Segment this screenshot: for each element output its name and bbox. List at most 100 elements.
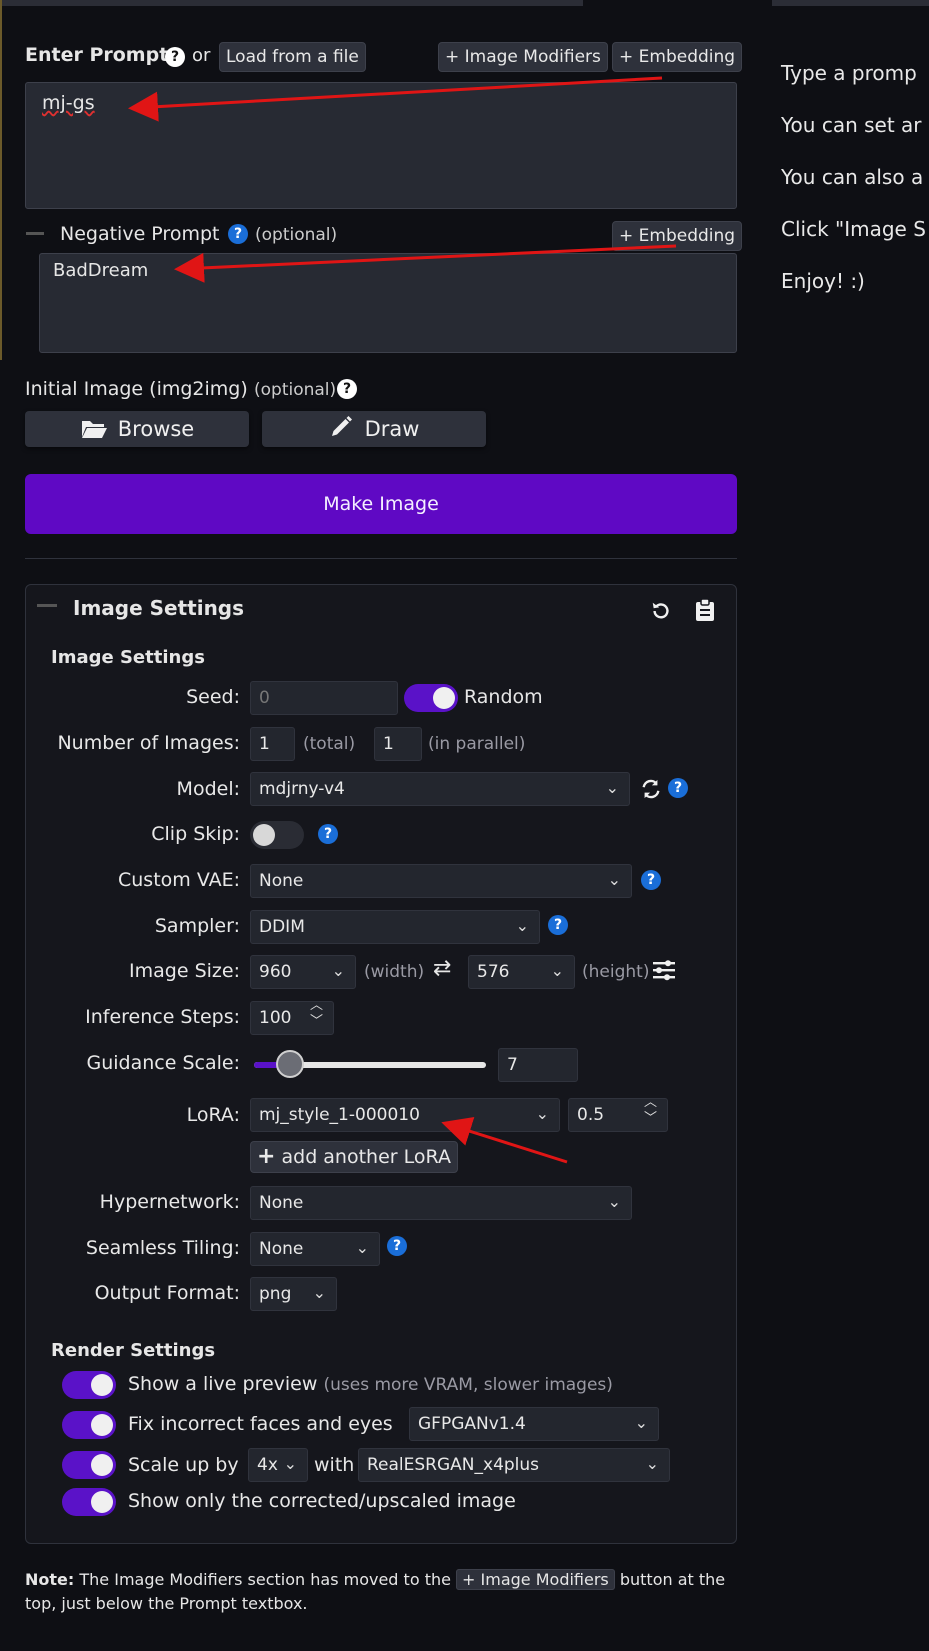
width-hint: (width) (364, 962, 425, 982)
chevron-down-icon: ⌄ (515, 916, 529, 935)
sampler-help-icon[interactable]: ? (548, 915, 568, 935)
spinner-icon[interactable]: ︿ ﹀ (644, 1099, 657, 1127)
output-format-value: png (259, 1284, 292, 1304)
swap-icon[interactable]: ⇄ (433, 956, 451, 981)
chevron-down-icon: ⌄ (645, 1454, 659, 1473)
with-text: with (314, 1454, 355, 1476)
prompt-textarea[interactable] (25, 82, 737, 209)
chevron-down-icon: ⌄ (535, 1104, 549, 1123)
height-hint: (height) (582, 962, 650, 982)
output-format-select[interactable]: png ⌄ (250, 1277, 337, 1311)
random-seed-toggle[interactable] (404, 684, 458, 712)
seed-input[interactable]: 0 (250, 681, 398, 715)
sampler-select[interactable]: DDIM ⌄ (250, 910, 540, 944)
model-help-icon[interactable]: ? (668, 778, 688, 798)
note-image-modifiers-chip[interactable]: + Image Modifiers (456, 1569, 615, 1590)
image-size-label: Image Size: (129, 960, 240, 982)
upscale-toggle[interactable] (62, 1451, 116, 1479)
toggle-knob (91, 1454, 113, 1476)
render-settings-heading: Render Settings (51, 1340, 216, 1361)
initial-image-label: Initial Image (img2img) (25, 378, 248, 400)
left-accent-line (0, 0, 2, 360)
custom-vae-select[interactable]: None ⌄ (250, 864, 632, 898)
upscale-model-value: RealESRGAN_x4plus (367, 1455, 540, 1475)
model-select[interactable]: mdjrny-v4 ⌄ (250, 772, 630, 806)
clipboard-icon[interactable] (695, 598, 715, 622)
chevron-down-icon: ⌄ (607, 870, 621, 889)
image-modifiers-button[interactable]: + Image Modifiers (438, 42, 608, 72)
collapse-icon[interactable] (26, 232, 44, 235)
load-from-file-button[interactable]: Load from a file (219, 42, 366, 72)
live-preview-toggle[interactable] (62, 1371, 116, 1399)
clip-skip-help-icon[interactable]: ? (318, 824, 338, 844)
chevron-down-icon: ⌄ (550, 961, 564, 980)
output-format-label: Output Format: (94, 1282, 240, 1304)
reset-icon[interactable] (650, 600, 672, 622)
negative-prompt-help-icon[interactable]: ? (228, 224, 248, 244)
make-image-button[interactable]: Make Image (25, 474, 737, 534)
show-corrected-toggle[interactable] (62, 1488, 116, 1516)
or-text: or (192, 45, 211, 66)
toggle-knob (253, 824, 275, 846)
prompt-help-icon[interactable]: ? (165, 47, 185, 67)
help-line-5: Enjoy! :) (781, 269, 865, 293)
hypernetwork-select[interactable]: None ⌄ (250, 1186, 632, 1220)
folder-open-icon (81, 421, 107, 438)
seamless-tiling-select[interactable]: None ⌄ (250, 1232, 380, 1266)
inference-steps-label: Inference Steps: (85, 1006, 240, 1028)
browse-label: Browse (117, 417, 195, 441)
plus-icon: + (257, 1144, 276, 1169)
add-lora-button[interactable]: + add another LoRA (250, 1141, 458, 1173)
top-bar-right (772, 0, 929, 6)
refresh-icon[interactable] (640, 778, 662, 800)
upscale-model-select[interactable]: RealESRGAN_x4plus ⌄ (358, 1448, 670, 1482)
chevron-down-icon: ⌄ (331, 961, 345, 980)
seamless-tiling-label: Seamless Tiling: (85, 1237, 240, 1259)
lora-select[interactable]: mj_style_1-000010 ⌄ (250, 1098, 560, 1132)
browse-button[interactable]: Browse (25, 411, 249, 447)
custom-vae-label: Custom VAE: (117, 869, 240, 891)
width-select[interactable]: 960 ⌄ (250, 955, 356, 989)
live-preview-hint: (uses more VRAM, slower images) (323, 1375, 613, 1395)
upscale-label: Scale up by (128, 1454, 239, 1476)
guidance-scale-input[interactable]: 7 (498, 1048, 578, 1082)
fix-faces-toggle[interactable] (62, 1411, 116, 1439)
custom-vae-help-icon[interactable]: ? (641, 870, 661, 890)
panel-collapse-icon[interactable] (37, 604, 57, 607)
num-images-total-input[interactable]: 1 (250, 727, 295, 761)
help-line-2: You can set ar (781, 113, 922, 137)
note-bold: Note: (25, 1570, 75, 1589)
sliders-icon[interactable] (652, 959, 676, 981)
clip-skip-toggle[interactable] (250, 821, 304, 849)
toggle-knob (91, 1374, 113, 1396)
face-model-value: GFPGANv1.4 (418, 1414, 526, 1434)
spinner-icon[interactable]: ︿ ﹀ (310, 1002, 323, 1030)
sampler-value: DDIM (259, 917, 305, 937)
chevron-down-icon: ⌄ (607, 1192, 621, 1211)
note-text-1: The Image Modifiers section has moved to… (79, 1570, 451, 1589)
negative-prompt-text: BadDream (53, 260, 149, 281)
inference-steps-input[interactable]: 100 ︿ ﹀ (250, 1001, 334, 1035)
divider (25, 558, 737, 559)
fix-faces-label: Fix incorrect faces and eyes (128, 1413, 393, 1435)
top-bar-left (0, 0, 583, 6)
negative-embedding-button[interactable]: + Embedding (612, 221, 743, 251)
inference-steps-value: 100 (259, 1008, 292, 1028)
upscale-factor-value: 4x (257, 1455, 278, 1475)
seamless-tiling-help-icon[interactable]: ? (387, 1236, 407, 1256)
num-images-parallel-input[interactable]: 1 (374, 727, 422, 761)
draw-button[interactable]: Draw (262, 411, 486, 447)
initial-image-optional: (optional) (254, 380, 337, 400)
chevron-down-icon: ⌄ (634, 1413, 648, 1432)
guidance-slider-handle[interactable] (276, 1050, 304, 1078)
upscale-factor-select[interactable]: 4x ⌄ (248, 1448, 308, 1482)
embedding-button[interactable]: + Embedding (612, 42, 743, 72)
face-model-select[interactable]: GFPGANv1.4 ⌄ (409, 1407, 659, 1441)
help-line-1: Type a promp (781, 61, 917, 85)
chevron-down-icon: ⌄ (283, 1454, 297, 1473)
image-settings-heading: Image Settings (51, 647, 205, 668)
lora-strength-input[interactable]: 0.5 ︿ ﹀ (568, 1098, 668, 1132)
initial-image-help-icon[interactable]: ? (337, 379, 357, 399)
height-select[interactable]: 576 ⌄ (468, 955, 575, 989)
toggle-knob (91, 1491, 113, 1513)
